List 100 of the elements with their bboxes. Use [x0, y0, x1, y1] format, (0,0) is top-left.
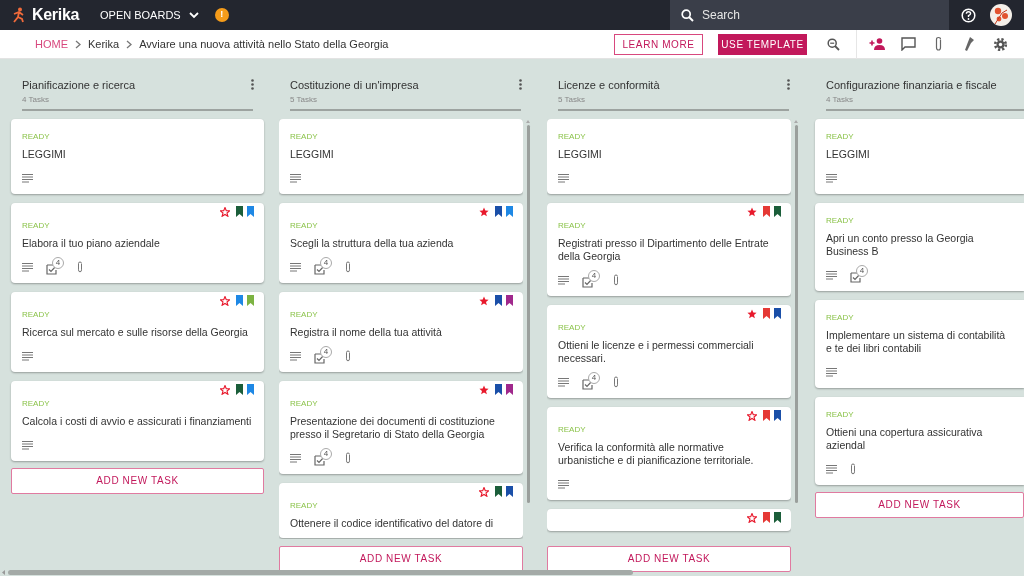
learn-more-button[interactable]: LEARN MORE [614, 33, 703, 55]
status-label: READY [290, 499, 319, 512]
status-label: READY [826, 130, 855, 143]
task-card[interactable]: READY Verifica la conformità alle normative urbanistiche e di pianificazione territoriale. [547, 406, 791, 500]
chevron-right-icon [75, 39, 81, 49]
add-person-icon[interactable] [869, 38, 886, 50]
task-card[interactable] [547, 508, 791, 531]
more-icon[interactable] [787, 79, 790, 90]
task-card[interactable]: READY LEGGIMI [547, 118, 791, 194]
task-title: Presentazione dei documenti di costituzione presso il Segretario di Stato della Georgia [290, 414, 496, 441]
board-title: Avviare una nuova attività nello Stato della Georgia [139, 36, 389, 52]
checklist-count: 4 [52, 256, 64, 269]
task-title: Ottieni una copertura assicurativa aziendal [826, 425, 984, 452]
checklist-count: 4 [320, 447, 332, 460]
star-icon[interactable] [747, 206, 757, 217]
star-icon[interactable] [479, 206, 489, 217]
task-count: 4 Tasks [22, 93, 50, 106]
task-card[interactable]: READY Ricerca sul mercato e sulle risorse della Georgia [11, 291, 264, 372]
task-card[interactable]: READY Presentazione dei documenti di costituzione presso il Segretario di Stato della Georgia 4 [279, 380, 523, 474]
breadcrumb-link[interactable]: Kerika [88, 35, 120, 53]
star-icon[interactable] [479, 295, 489, 306]
checklist-icon [582, 378, 593, 390]
add-task-button[interactable]: ADD NEW TASK [547, 545, 791, 572]
star-icon[interactable] [479, 384, 489, 395]
star-icon[interactable] [220, 295, 230, 306]
settings-icon[interactable] [993, 36, 1008, 52]
horizontal-scrollbar-thumb[interactable] [8, 570, 633, 575]
status-label: READY [558, 130, 587, 143]
status-label: READY [22, 397, 51, 410]
open-boards-menu[interactable]: OPEN BOARDS [100, 6, 199, 24]
logo-icon [12, 7, 26, 23]
star-icon[interactable] [747, 512, 757, 523]
status-label: READY [290, 130, 319, 143]
task-title: Ottenere il codice identificativo del datore di [290, 516, 495, 530]
status-label: READY [22, 308, 51, 321]
task-count: 5 Tasks [290, 93, 318, 106]
task-title: Scegli la struttura della tua azienda [290, 236, 455, 250]
task-card[interactable]: READY Scegli la struttura della tua azienda 4 [279, 202, 523, 283]
task-card[interactable]: READY Registra il nome della tua attività 4 [279, 291, 523, 372]
avatar[interactable] [990, 4, 1012, 26]
checklist-count: 4 [320, 345, 332, 358]
task-card[interactable]: READY LEGGIMI [279, 118, 523, 194]
help-icon[interactable] [961, 7, 976, 23]
checklist-icon [582, 276, 593, 288]
checklist-icon [314, 454, 325, 466]
logo[interactable]: Kerika [32, 3, 80, 27]
star-icon[interactable] [220, 206, 230, 217]
task-title: Ottieni le licenze e i permessi commerciali necessari. [558, 338, 755, 365]
task-card[interactable]: READY Ottenere il codice identificativo del datore di [279, 482, 523, 538]
status-label: READY [826, 311, 855, 324]
task-title: LEGGIMI [826, 147, 871, 161]
task-card[interactable]: READY Ottieni le licenze e i permessi commerciali necessari. 4 [547, 304, 791, 398]
status-label: READY [558, 321, 587, 334]
task-card[interactable]: READY Ottieni una copertura assicurativa aziendal [815, 396, 1024, 485]
status-label: READY [290, 397, 319, 410]
task-card[interactable]: READY LEGGIMI [815, 118, 1024, 194]
task-title: Apri un conto presso la Georgia Business B [826, 231, 975, 258]
task-card[interactable]: READY Elabora il tuo piano aziendale 4 [11, 202, 264, 283]
add-task-button[interactable]: ADD NEW TASK [11, 467, 264, 494]
checklist-count: 4 [588, 269, 600, 282]
star-icon[interactable] [747, 410, 757, 421]
chat-icon[interactable] [901, 37, 916, 51]
status-label: READY [826, 408, 855, 421]
scrollbar-thumb[interactable] [794, 124, 798, 503]
checklist-count: 4 [856, 264, 868, 277]
add-task-button[interactable]: ADD NEW TASK [279, 545, 523, 572]
star-icon[interactable] [220, 384, 230, 395]
task-title: LEGGIMI [290, 147, 335, 161]
task-card[interactable]: READY Implementare un sistema di contabilità e te dei libri contabili [815, 299, 1024, 388]
breadcrumb-link[interactable]: HOME [35, 35, 68, 53]
task-card[interactable]: READY Registrati presso il Dipartimento delle Entrate della Georgia 4 [547, 202, 791, 296]
status-label: READY [290, 308, 319, 321]
task-card[interactable]: READY Apri un conto presso la Georgia Business B 4 [815, 202, 1024, 291]
status-label: READY [826, 214, 855, 227]
task-card[interactable]: READY Calcola i costi di avvio e assicurati i finanziamenti [11, 380, 264, 461]
search-icon [681, 9, 694, 22]
column-title: Costituzione di un'impresa [290, 78, 420, 93]
more-icon[interactable] [519, 79, 522, 90]
checklist-icon [46, 263, 57, 275]
task-title: Elabora il tuo piano aziendale [22, 236, 161, 250]
task-title: Registra il nome della tua attività [290, 325, 443, 339]
use-template-button[interactable]: USE TEMPLATE [718, 33, 807, 55]
add-task-button[interactable]: ADD NEW TASK [815, 491, 1024, 518]
more-icon[interactable] [251, 79, 254, 90]
paperclip-icon[interactable] [934, 36, 943, 52]
task-title: LEGGIMI [558, 147, 603, 161]
star-icon[interactable] [747, 308, 757, 319]
status-label: READY [290, 219, 319, 232]
task-count: 5 Tasks [558, 93, 586, 106]
column-title: Configurazione finanziaria e fiscale [826, 78, 998, 93]
checklist-icon [314, 263, 325, 275]
scrollbar-thumb[interactable] [526, 124, 530, 503]
search-field[interactable]: Search [670, 0, 949, 30]
zoom-out-icon[interactable] [827, 37, 840, 51]
chevron-down-icon [188, 11, 199, 19]
checklist-icon [850, 271, 861, 283]
flashlight-icon[interactable] [963, 36, 975, 52]
star-icon[interactable] [479, 486, 489, 497]
task-card[interactable]: READY LEGGIMI [11, 118, 264, 194]
chevron-right-icon [126, 39, 133, 49]
